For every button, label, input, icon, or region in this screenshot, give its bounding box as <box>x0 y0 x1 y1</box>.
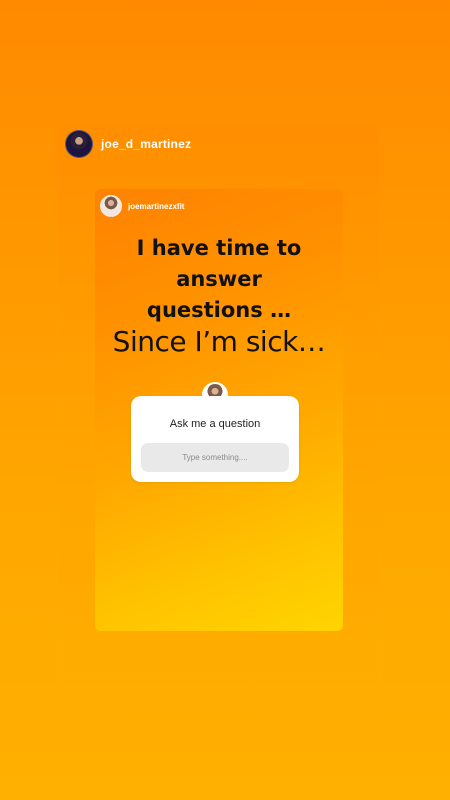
story-header[interactable]: joe_d_martinez <box>65 130 191 158</box>
shared-post-username[interactable]: joemartinezxfit <box>128 202 184 211</box>
shared-post-header[interactable]: joemartinezxfit <box>100 195 184 217</box>
shared-post-headline: I have time to answer questions … <box>136 236 302 322</box>
question-sticker[interactable]: Ask me a question <box>131 396 299 482</box>
profile-avatar-icon[interactable] <box>65 130 93 158</box>
account-username[interactable]: joe_d_martinez <box>101 137 191 151</box>
shared-profile-avatar-icon[interactable] <box>100 195 122 217</box>
question-input[interactable] <box>141 443 289 472</box>
question-prompt: Ask me a question <box>169 418 261 430</box>
shared-post-subtext: Since I’m sick… <box>112 325 326 358</box>
